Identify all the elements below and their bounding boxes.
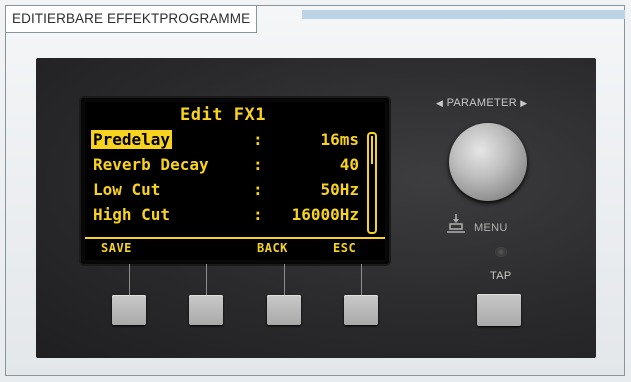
softkey-divider [85, 237, 385, 239]
softkey-label-esc: ESC [333, 241, 357, 255]
softkey-3-button[interactable] [267, 295, 301, 325]
effects-device-panel: Edit FX1 Predelay : 16ms Reverb Decay : … [36, 58, 596, 358]
param-value: 16ms [320, 130, 359, 149]
param-colon: : [253, 180, 263, 199]
param-value: 40 [339, 155, 359, 174]
key-stem [129, 264, 130, 296]
tap-led-icon [496, 248, 506, 256]
menu-push-icon [447, 214, 465, 233]
menu-label: MENU [474, 222, 508, 234]
softkey-2-button[interactable] [189, 295, 223, 325]
arrow-left-icon: ◀ [436, 98, 444, 108]
arrow-right-icon: ▶ [520, 98, 528, 108]
parameter-label: ◀ PARAMETER ▶ [436, 97, 528, 109]
parameter-knob[interactable] [449, 123, 527, 201]
param-name: Predelay [91, 130, 173, 149]
caption-accent-bar [302, 10, 625, 19]
softkey-4-button[interactable] [344, 295, 378, 325]
screen-title: Edit FX1 [180, 105, 266, 125]
parameter-label-text: PARAMETER [446, 97, 517, 109]
param-row-low-cut[interactable]: Low Cut : 50Hz [93, 180, 385, 202]
param-value: 50Hz [320, 180, 359, 199]
scrollbar[interactable] [367, 132, 377, 234]
tap-button[interactable] [477, 294, 521, 326]
softkey-label-save: SAVE [101, 241, 132, 255]
tap-label: TAP [490, 270, 512, 282]
param-colon: : [253, 155, 263, 174]
softkey-label-back: BACK [257, 241, 288, 255]
key-stem [284, 264, 285, 296]
param-colon: : [253, 130, 263, 149]
key-stem [206, 264, 207, 296]
param-colon: : [253, 205, 263, 224]
param-row-high-cut[interactable]: High Cut : 16000Hz [93, 205, 385, 227]
param-row-reverb-decay[interactable]: Reverb Decay : 40 [93, 155, 385, 177]
figure-caption: EDITIERBARE EFFEKTPROGRAMME [5, 5, 258, 33]
softkey-1-button[interactable] [112, 295, 146, 325]
param-name: Low Cut [93, 180, 161, 199]
param-value: 16000Hz [291, 205, 359, 224]
key-stem [361, 264, 362, 296]
lcd-bezel: Edit FX1 Predelay : 16ms Reverb Decay : … [81, 98, 389, 264]
param-name: Reverb Decay [93, 155, 209, 174]
scrollbar-thumb[interactable] [371, 136, 373, 164]
param-name: High Cut [93, 205, 171, 224]
lcd-screen: Edit FX1 Predelay : 16ms Reverb Decay : … [85, 102, 385, 260]
param-row-predelay[interactable]: Predelay : 16ms [91, 130, 385, 152]
